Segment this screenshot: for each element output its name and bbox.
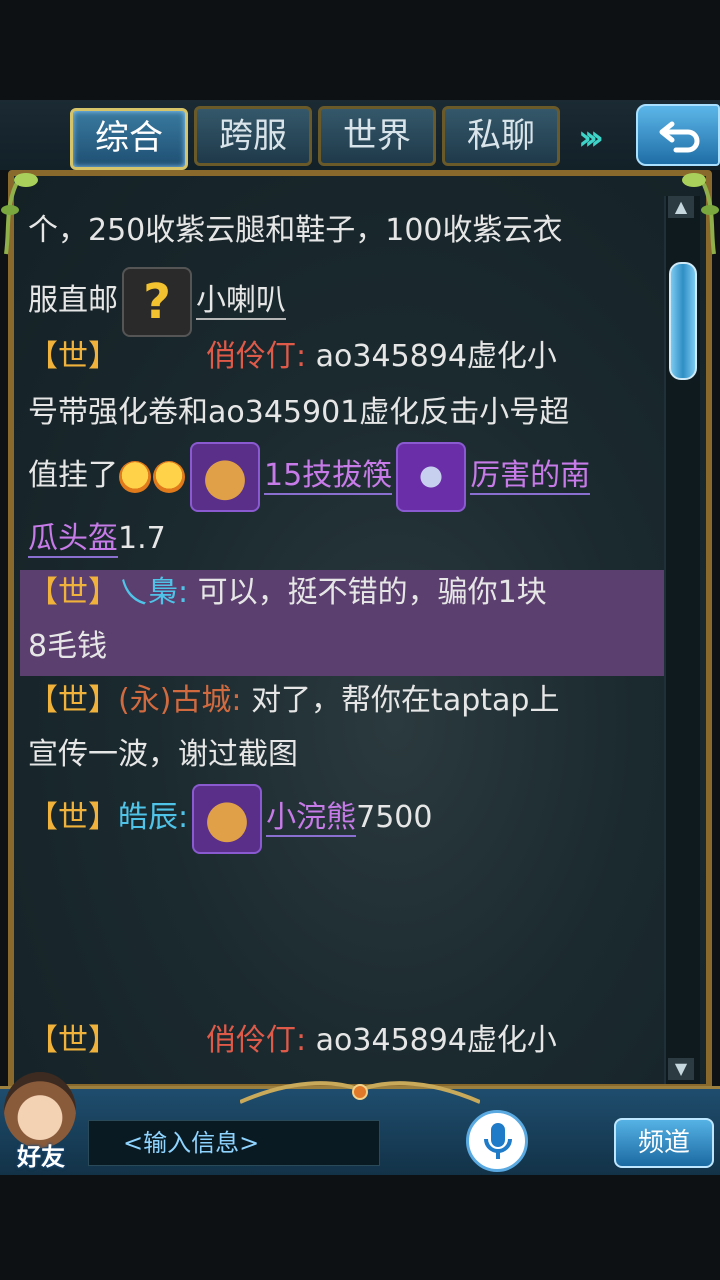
message-text: 宣传一波，谢过截图: [28, 737, 298, 772]
scrollbar-thumb[interactable]: [669, 262, 697, 380]
sender-name[interactable]: 俏伶仃:: [206, 339, 306, 374]
emoji-icon: [119, 460, 151, 493]
message-line: 服直邮? 小喇叭: [28, 266, 286, 337]
bottom-background: [0, 1175, 720, 1280]
message-line: 【世】 俏伶仃: ao345894虚化小: [28, 328, 557, 386]
microphone-icon: [484, 1123, 512, 1159]
chopsticks-item-icon[interactable]: [396, 441, 467, 512]
message-text: ao345894虚化小: [315, 339, 557, 374]
message-text: 可以，挺不错的，骗你1块: [197, 575, 547, 610]
channel-button[interactable]: 频道: [614, 1118, 714, 1168]
channel-tag: 【世】: [28, 683, 118, 718]
message-line: 值挂了 15技拔筷 厉害的南: [28, 440, 591, 512]
message-text: 8毛钱: [28, 629, 108, 664]
sender-name[interactable]: 俏伶仃:: [206, 1023, 306, 1058]
message-text: 服直邮: [28, 283, 118, 318]
item-link[interactable]: 小喇叭: [196, 283, 286, 320]
scroll-down-icon[interactable]: ▼: [668, 1058, 694, 1080]
channel-tag: 【世】: [28, 339, 118, 374]
scroll-up-icon[interactable]: ▲: [668, 196, 694, 218]
sender-name[interactable]: (永)古城:: [118, 683, 242, 718]
sender-name[interactable]: 乀梟:: [118, 575, 188, 610]
message-line: 【世】 俏伶仃: ao345894虚化小: [28, 1012, 557, 1070]
voice-button[interactable]: [466, 1110, 528, 1172]
emoji-icon: [153, 460, 185, 493]
fox-pet-icon[interactable]: [190, 441, 260, 512]
message-text: 1.7: [118, 521, 166, 556]
message-line: 宣传一波，谢过截图: [28, 726, 298, 784]
message-text: 对了，帮你在taptap上: [251, 683, 560, 718]
message-line: 号带强化卷和ao345901虚化反击小号超: [28, 384, 569, 442]
message-line: 【世】(永)古城: 对了，帮你在taptap上: [28, 672, 559, 730]
message-text: 值挂了: [28, 458, 118, 493]
sender-name[interactable]: 皓辰:: [118, 800, 188, 835]
tab-general[interactable]: 综合: [70, 108, 188, 170]
top-background: [0, 0, 720, 100]
friend-avatar[interactable]: [4, 1072, 76, 1148]
message-line: 8毛钱: [28, 618, 107, 676]
channel-tag: 【世】: [28, 575, 118, 610]
message-text: 号带强化卷和ao345901虚化反击小号超: [28, 395, 570, 430]
wing-ornament-icon: [240, 1081, 480, 1104]
item-link[interactable]: 15技拔筷: [264, 458, 393, 495]
channel-tag: 【世】: [28, 1023, 118, 1058]
message-text: 7500: [356, 800, 433, 835]
back-button[interactable]: [636, 104, 720, 166]
tab-cross-server[interactable]: 跨服: [194, 106, 312, 166]
friends-button[interactable]: 好友: [4, 1140, 78, 1174]
double-chevron-right-icon[interactable]: ›››: [578, 118, 638, 158]
question-mark-icon[interactable]: ?: [122, 266, 192, 337]
item-link[interactable]: 小浣熊: [266, 800, 357, 837]
raccoon-pet-icon[interactable]: [192, 783, 263, 854]
message-text: 个，250收紫云腿和鞋子，100收紫云衣: [28, 213, 563, 248]
channel-tag: 【世】: [28, 800, 118, 835]
item-link[interactable]: 厉害的南: [470, 458, 591, 495]
message-line: 【世】乀梟: 可以，挺不错的，骗你1块: [28, 564, 547, 622]
tab-world[interactable]: 世界: [318, 106, 436, 166]
message-line: 个，250收紫云腿和鞋子，100收紫云衣: [28, 202, 563, 260]
message-text: ao345894虚化小: [315, 1023, 557, 1058]
tab-private[interactable]: 私聊: [442, 106, 560, 166]
return-arrow-icon: [659, 121, 700, 153]
message-line: 【世】皓辰: 小浣熊7500: [28, 780, 432, 856]
item-link[interactable]: 瓜头盔: [28, 521, 118, 558]
message-line: 瓜头盔1.7: [28, 510, 166, 568]
message-input[interactable]: <输入信息>: [88, 1120, 380, 1166]
